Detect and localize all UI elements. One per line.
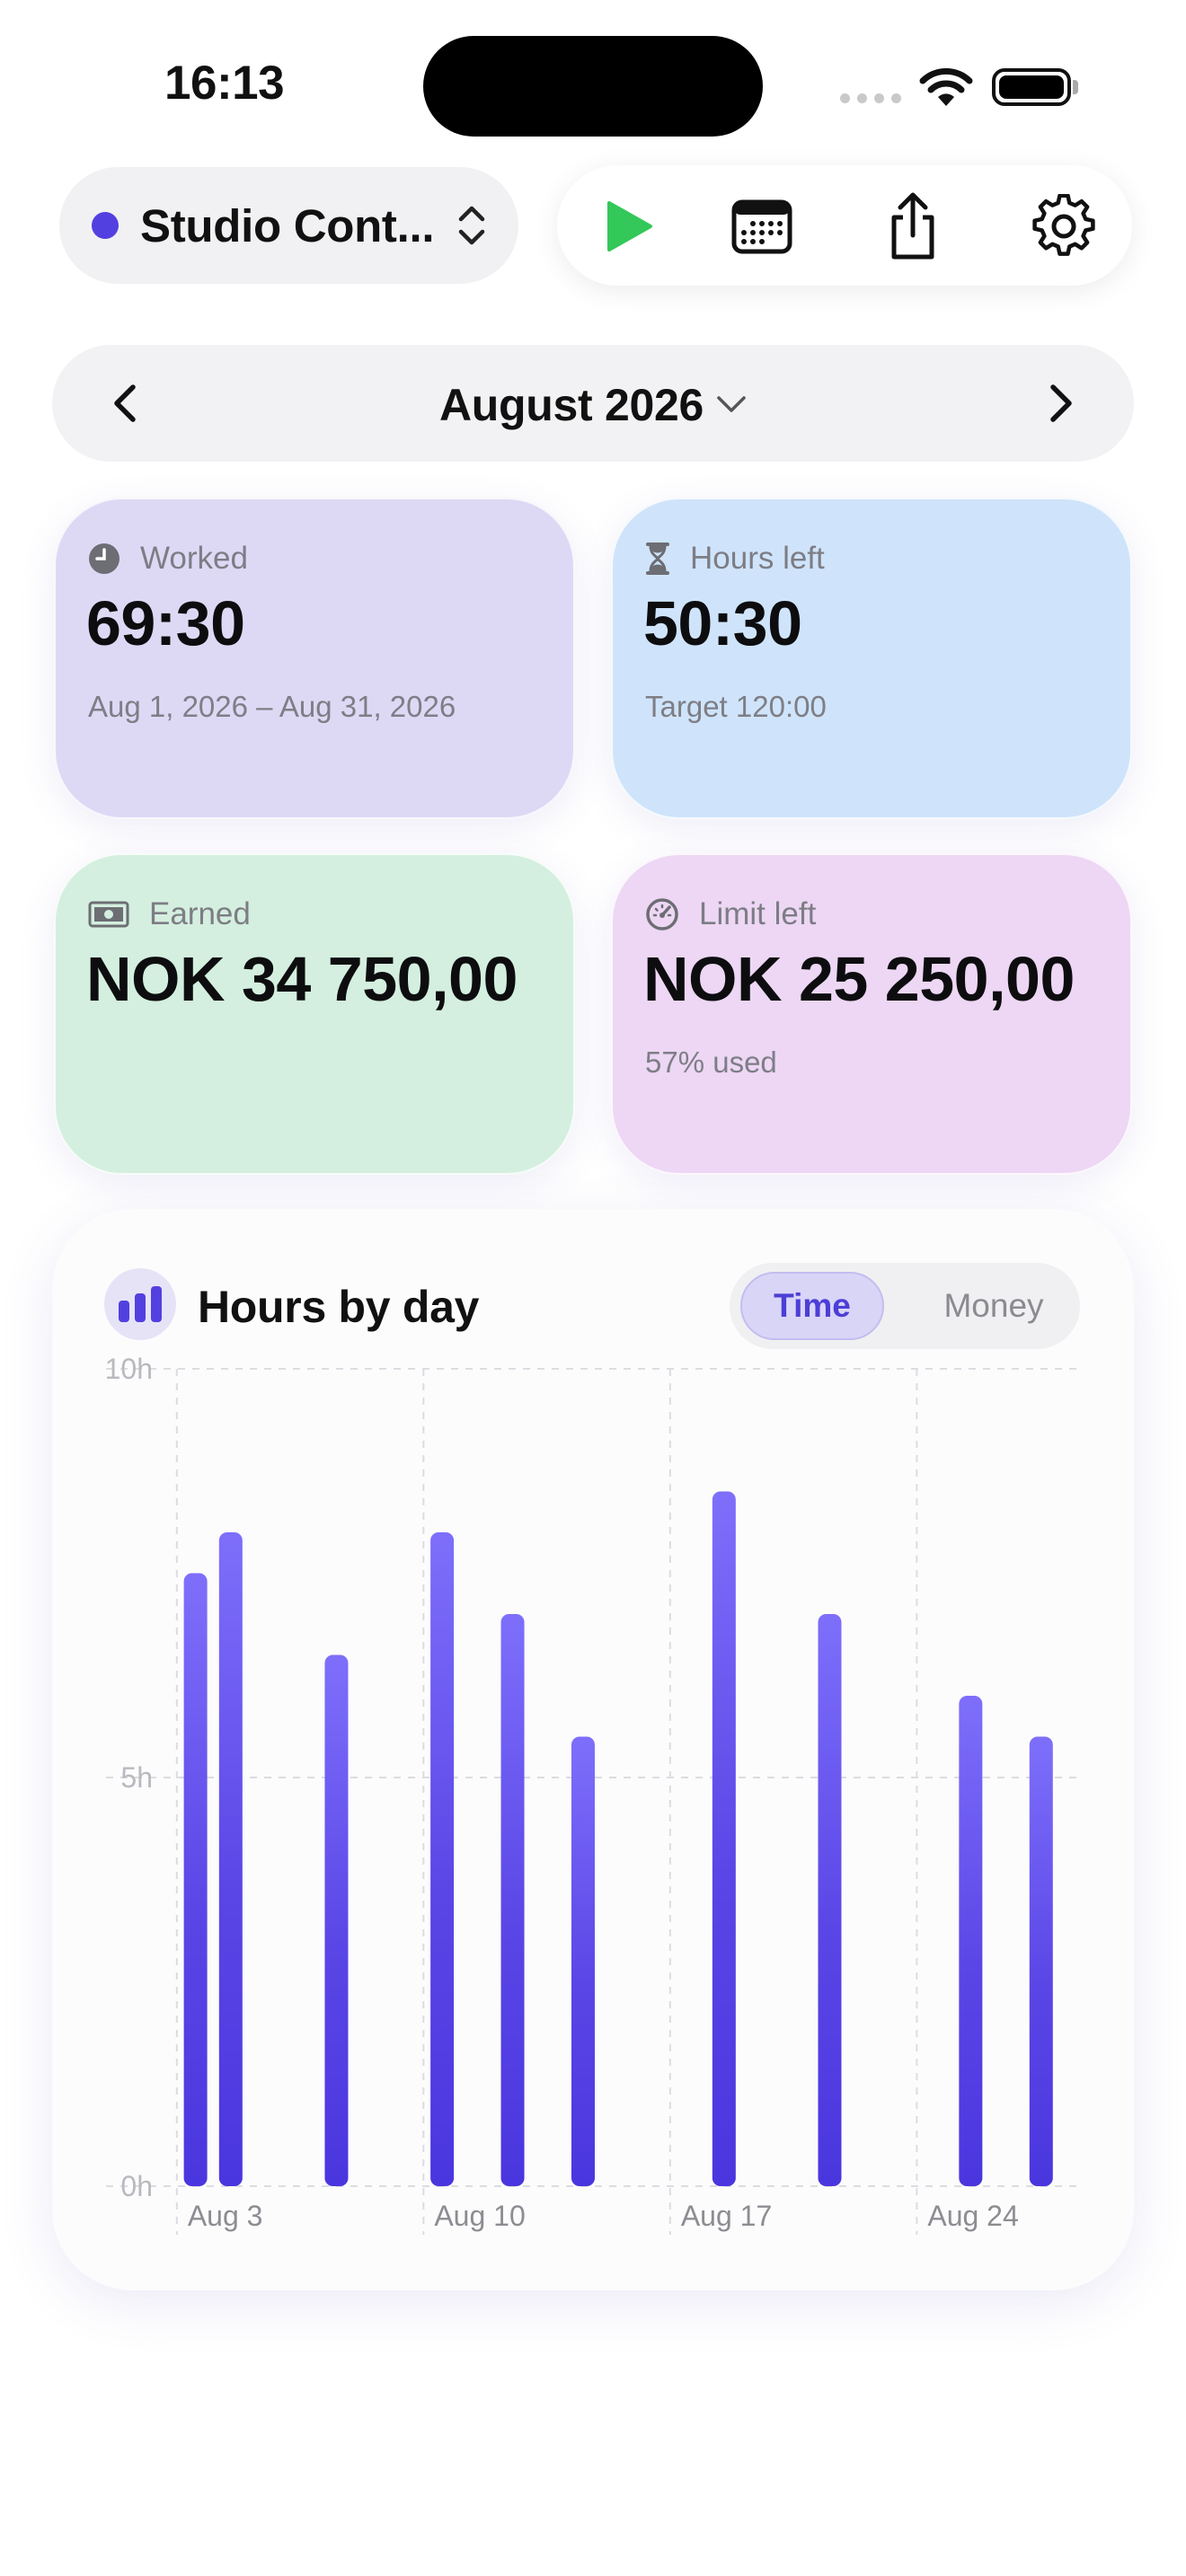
earned-card[interactable]: Earned NOK 34 750,00 xyxy=(54,853,575,1175)
dynamic-island xyxy=(423,36,763,137)
earned-label: Earned xyxy=(149,896,251,931)
hours-left-label: Hours left xyxy=(690,541,825,576)
limit-left-label: Limit left xyxy=(699,896,817,931)
earned-value: NOK 34 750,00 xyxy=(86,944,518,1014)
hours-bar[interactable] xyxy=(712,1491,736,2187)
y-tick-label: 0h xyxy=(120,2170,153,2202)
limit-left-label-row: Limit left xyxy=(645,896,816,932)
hours-left-label-row: Hours left xyxy=(645,541,825,577)
next-month-button[interactable] xyxy=(1033,375,1089,431)
x-tick-label: Aug 3 xyxy=(188,2200,263,2232)
chevron-down-icon xyxy=(717,396,746,412)
client-name: Studio Cont... xyxy=(140,199,435,251)
play-icon xyxy=(607,201,652,251)
client-color-dot xyxy=(92,212,119,239)
chevron-up-down-icon xyxy=(458,206,485,245)
calendar-icon xyxy=(731,199,792,254)
hours-bar[interactable] xyxy=(571,1736,595,2187)
x-tick-label: Aug 10 xyxy=(434,2200,525,2232)
worked-range: Aug 1, 2026 – Aug 31, 2026 xyxy=(88,690,456,723)
hours-chart-card: Hours by day Time Money 0h 5h 10h Aug 3 Aug … xyxy=(52,1209,1134,2290)
calendar-button[interactable] xyxy=(728,192,796,260)
hours-bar[interactable] xyxy=(324,1654,349,2187)
hours-bar[interactable] xyxy=(500,1614,525,2186)
hours-bar[interactable] xyxy=(1029,1736,1053,2187)
battery-nub xyxy=(1073,80,1078,94)
cellular-signal-icon xyxy=(840,93,901,103)
y-tick-label: 10h xyxy=(105,1353,153,1385)
wifi-icon xyxy=(919,67,973,106)
limit-left-value: NOK 25 250,00 xyxy=(643,944,1075,1014)
banknote-icon xyxy=(88,901,129,928)
chevron-right-icon xyxy=(1050,384,1072,422)
toolbar xyxy=(557,165,1132,286)
hourglass-icon xyxy=(645,543,670,575)
hours-bar-chart: 0h 5h 10h Aug 3 Aug 10 Aug 17 Aug 24 xyxy=(105,1353,1076,2235)
gauge-icon xyxy=(645,897,679,931)
month-title: August 2026 xyxy=(438,380,704,430)
y-tick-label: 5h xyxy=(120,1761,153,1794)
hours-bar[interactable] xyxy=(818,1614,842,2186)
settings-button[interactable] xyxy=(1030,192,1098,260)
worked-label-row: Worked xyxy=(88,541,248,577)
limit-used: 57% used xyxy=(645,1045,777,1079)
worked-card[interactable]: Worked 69:30 Aug 1, 2026 – Aug 31, 2026 xyxy=(54,498,575,819)
client-picker[interactable]: Studio Cont... xyxy=(59,167,518,284)
status-time: 16:13 xyxy=(164,57,285,110)
hours-bar[interactable] xyxy=(218,1532,243,2186)
clock-icon xyxy=(88,543,120,575)
hours-bar[interactable] xyxy=(183,1573,208,2187)
limit-left-card[interactable]: Limit left NOK 25 250,00 57% used xyxy=(611,853,1132,1175)
hours-bar[interactable] xyxy=(430,1532,455,2186)
hours-left-value: 50:30 xyxy=(643,588,802,658)
earned-label-row: Earned xyxy=(88,896,251,932)
hours-target: Target 120:00 xyxy=(645,690,827,723)
gear-icon xyxy=(1032,194,1095,256)
worked-label: Worked xyxy=(140,541,248,576)
month-navigator: August 2026 xyxy=(52,345,1134,462)
share-button[interactable] xyxy=(879,192,947,260)
start-timer-button[interactable] xyxy=(595,192,663,260)
battery-icon xyxy=(992,68,1071,106)
x-tick-label: Aug 24 xyxy=(927,2200,1018,2232)
share-icon xyxy=(891,192,934,260)
hours-left-card[interactable]: Hours left 50:30 Target 120:00 xyxy=(611,498,1132,819)
worked-value: 69:30 xyxy=(86,588,245,658)
month-selector[interactable]: August 2026 xyxy=(52,379,1134,431)
hours-bar[interactable] xyxy=(959,1696,983,2186)
x-tick-label: Aug 17 xyxy=(681,2200,772,2232)
